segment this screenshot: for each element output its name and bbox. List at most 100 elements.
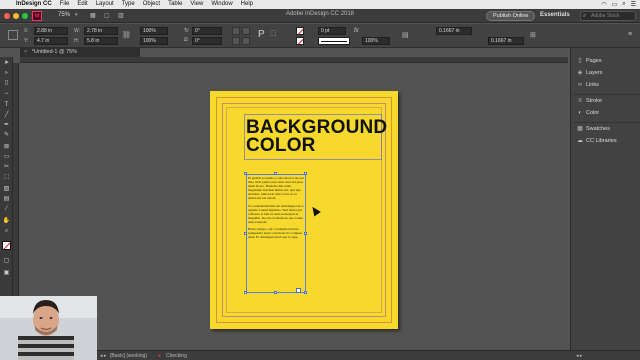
scale-y-field[interactable]: 100% — [140, 37, 168, 45]
direct-selection-tool-icon[interactable]: ▹ — [2, 69, 11, 78]
menu-edit[interactable]: Edit — [73, 0, 91, 9]
fx-icon[interactable]: fx — [354, 28, 359, 34]
menu-file[interactable]: File — [56, 0, 74, 9]
type-on-path-icon[interactable]: P — [258, 29, 265, 40]
preflight-status[interactable]: Checking — [166, 353, 187, 359]
headline[interactable]: BACKGROUND COLOR — [246, 118, 387, 155]
menu-object[interactable]: Object — [139, 0, 164, 9]
rectangle-frame-tool-icon[interactable]: ⊠ — [2, 143, 11, 152]
text-wrap-icon[interactable]: ▤ — [402, 31, 409, 39]
notification-icon[interactable]: ☰ — [631, 1, 636, 8]
note-tool-icon[interactable]: ▤ — [2, 195, 11, 204]
rotate-field[interactable]: 0° — [192, 27, 222, 35]
gap-tool-icon[interactable]: ↔ — [2, 89, 11, 98]
panel-menu-icon[interactable]: ≡ — [628, 31, 632, 38]
search-placeholder: Adobe Stock — [591, 13, 620, 19]
frame-handle[interactable] — [244, 172, 247, 175]
eyedropper-tool-icon[interactable]: ⁄ — [2, 205, 11, 214]
x-label: X: — [24, 28, 29, 34]
menu-help[interactable]: Help — [237, 0, 257, 9]
style-status[interactable]: [Basic] (working) — [110, 353, 147, 359]
pasteboard[interactable]: BACKGROUND COLOR Et pedicit eosandia, oc… — [20, 63, 568, 350]
stroke-weight-field[interactable]: 0 pt — [318, 27, 346, 35]
fill-stroke-proxy-icon[interactable] — [2, 241, 11, 250]
body-text-frame[interactable]: Et pedicit eosandia, oculet mod et ute e… — [246, 174, 306, 293]
document-tab[interactable]: × *Untitled-1 @ 75% — [20, 48, 140, 57]
selection-tool-icon[interactable]: ➤ — [2, 59, 11, 68]
document-page[interactable]: BACKGROUND COLOR Et pedicit eosandia, oc… — [210, 91, 398, 329]
menu-window[interactable]: Window — [207, 0, 236, 9]
frame-handle[interactable] — [304, 232, 307, 235]
free-transform-tool-icon[interactable]: ⬚ — [2, 173, 11, 182]
preflight-icon: ● — [158, 353, 162, 359]
reference-point-icon[interactable] — [8, 30, 18, 40]
frame-handle[interactable] — [244, 232, 247, 235]
panel-color-label: Color — [586, 110, 600, 116]
y-field[interactable]: 4.7 in — [34, 37, 68, 45]
panel-stroke[interactable]: ≡ Stroke — [577, 96, 602, 106]
menu-table[interactable]: Table — [164, 0, 186, 9]
rotate-ccw-button[interactable] — [242, 27, 250, 35]
stroke-type-swatch[interactable] — [318, 37, 350, 45]
select-container-icon[interactable]: ⬚ — [270, 29, 277, 37]
rotate-icon: ↻ — [184, 28, 190, 34]
gradient-tool-icon[interactable]: ▨ — [2, 185, 11, 194]
stroke-swatch-icon[interactable] — [296, 37, 304, 45]
shear-field[interactable]: 0° — [192, 37, 222, 45]
rectangle-tool-icon[interactable]: ▭ — [2, 153, 11, 162]
hand-tool-icon[interactable]: ✋ — [2, 217, 11, 226]
flip-h-button[interactable] — [232, 37, 240, 45]
frame-handle[interactable] — [304, 291, 307, 294]
frame-handle[interactable] — [274, 172, 277, 175]
pencil-tool-icon[interactable]: ✎ — [2, 131, 11, 140]
links-icon: ∞ — [577, 82, 583, 88]
control-panel: X: 2.88 in Y: 4.7 in W: 2.78 in H: 5.8 i… — [0, 24, 640, 48]
line-tool-icon[interactable]: ╱ — [2, 111, 11, 120]
scale-x-field[interactable]: 100% — [140, 27, 168, 35]
panel-swatches[interactable]: ▦ Swatches — [577, 124, 610, 134]
scissors-tool-icon[interactable]: ✂ — [2, 163, 11, 172]
wifi-icon[interactable]: ◠ — [601, 1, 606, 8]
rotate-cw-button[interactable] — [232, 27, 240, 35]
formatting-affects-container-icon[interactable]: ▢ — [2, 257, 11, 266]
fill-swatch-icon[interactable] — [296, 27, 304, 35]
zoom-tool-icon[interactable]: ⌕ — [2, 227, 11, 236]
menu-app[interactable]: InDesign CC — [12, 0, 56, 9]
panel-color[interactable]: ◐ Color — [577, 108, 599, 118]
pen-tool-icon[interactable]: ✒ — [2, 121, 11, 130]
out-port-icon[interactable] — [296, 288, 301, 293]
inset-top-field[interactable]: 0.1667 in — [436, 27, 472, 35]
publish-online-button[interactable]: Publish Online — [486, 11, 536, 21]
panel-links[interactable]: ∞ Links — [577, 80, 599, 90]
menu-type[interactable]: Type — [118, 0, 139, 9]
w-field[interactable]: 2.78 in — [84, 27, 118, 35]
workspace-switcher[interactable]: Essentials — [540, 12, 570, 18]
h-field[interactable]: 5.8 in — [84, 37, 118, 45]
body-paragraph: Et pedicit eosandia, oculet mod et ute e… — [248, 176, 304, 201]
stock-search-input[interactable]: ⌕ Adobe Stock — [580, 11, 636, 21]
opacity-field[interactable]: 100% — [362, 37, 390, 45]
battery-icon[interactable]: ▭ — [612, 1, 618, 8]
page-nav-icon[interactable]: ◂ ▸ — [100, 353, 106, 359]
type-tool-icon[interactable]: T — [2, 101, 11, 110]
frame-handle[interactable] — [244, 291, 247, 294]
auto-fit-icon[interactable]: ⊞ — [530, 31, 536, 39]
panel-cc-libraries[interactable]: ☁ CC Libraries — [577, 136, 617, 146]
frame-handle[interactable] — [304, 172, 307, 175]
panel-divider — [573, 122, 639, 123]
inset-bottom-field[interactable]: 0.1667 in — [488, 37, 524, 45]
close-tab-icon[interactable]: × — [24, 49, 27, 55]
flip-v-button[interactable] — [242, 37, 250, 45]
status-scroll-icon[interactable]: ◂ ▸ — [576, 353, 582, 359]
panel-layers[interactable]: ◈ Layers — [577, 68, 603, 78]
x-field[interactable]: 2.88 in — [34, 27, 68, 35]
menu-view[interactable]: View — [186, 0, 207, 9]
menu-layout[interactable]: Layout — [92, 0, 118, 9]
panel-cc-libraries-label: CC Libraries — [586, 138, 617, 144]
screen-mode-tool-icon[interactable]: ▣ — [2, 269, 11, 278]
page-tool-icon[interactable]: ▯ — [2, 79, 11, 88]
panel-pages[interactable]: ▯ Pages — [577, 56, 601, 66]
constrain-proportions-icon[interactable]: ⛓ — [122, 31, 131, 39]
spotlight-icon[interactable]: ⌕ — [622, 1, 625, 8]
frame-handle[interactable] — [274, 291, 277, 294]
